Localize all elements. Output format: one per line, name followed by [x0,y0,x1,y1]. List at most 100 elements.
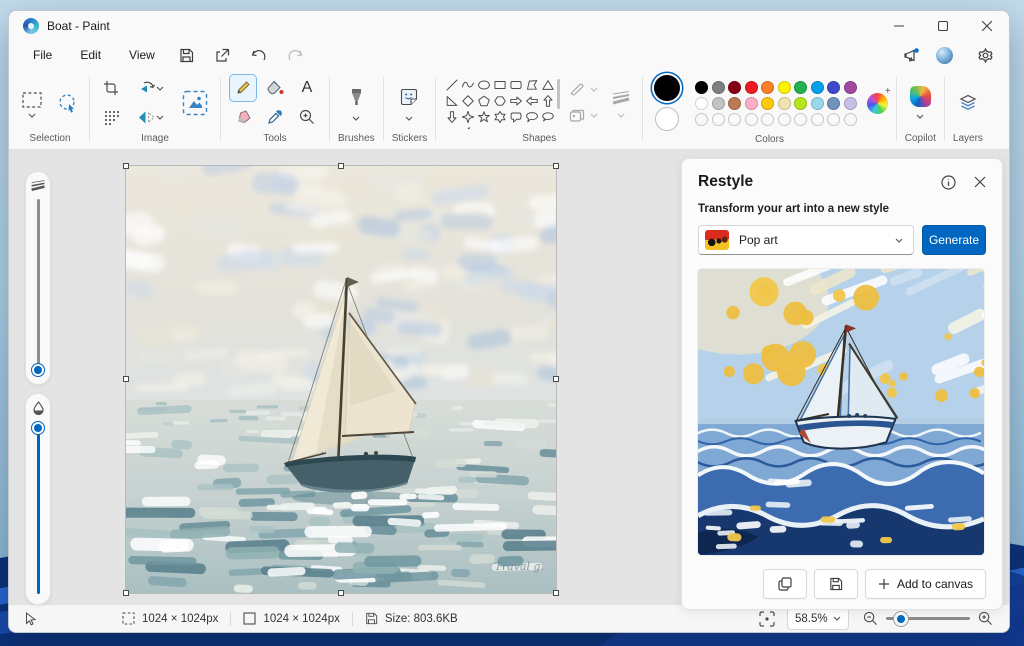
color-swatch-empty[interactable] [827,113,840,126]
edit-colors-icon[interactable] [867,93,888,114]
color-swatch[interactable] [778,81,791,94]
title-bar[interactable]: Boat - Paint [9,11,1009,41]
shape-hexagon-icon[interactable] [492,93,508,109]
info-icon[interactable] [941,175,956,190]
add-to-canvas-button[interactable]: Add to canvas [865,569,986,599]
crop-icon[interactable] [98,75,124,101]
color-swatch[interactable] [794,97,807,110]
color-swatch[interactable] [712,97,725,110]
zoom-out-icon[interactable] [863,611,878,626]
color-swatch[interactable] [695,81,708,94]
menu-file[interactable]: File [23,44,62,66]
background-color[interactable] [655,107,679,131]
shape-oval-icon[interactable] [476,77,492,93]
redo-icon[interactable] [281,44,309,66]
color-swatch[interactable] [778,97,791,110]
shape-diamond-icon[interactable] [460,93,476,109]
panel-close-icon[interactable] [974,176,986,188]
save-result-button[interactable] [814,569,858,599]
resize-handle-s[interactable] [338,590,344,596]
shape-arrow-right-icon[interactable] [508,93,524,109]
color-swatch-empty[interactable] [778,113,791,126]
color-swatch[interactable] [745,97,758,110]
line-thickness-icon[interactable] [608,87,634,107]
shape-heart-icon[interactable] [444,125,460,129]
shape-star-five-icon[interactable] [476,109,492,125]
shape-rounded-rectangle-icon[interactable] [508,77,524,93]
style-dropdown[interactable]: Pop art [698,225,914,255]
pencil-icon[interactable] [230,75,256,101]
shape-pentagon-icon[interactable] [476,93,492,109]
shape-lightning-icon[interactable] [460,125,476,129]
brush-icon[interactable] [343,84,369,110]
color-swatch[interactable] [811,97,824,110]
opacity-slider-thumb[interactable] [32,422,44,434]
shape-speech-cloud-icon[interactable] [540,109,556,125]
minimize-button[interactable] [877,11,921,41]
menu-edit[interactable]: Edit [70,44,111,66]
resize-handle-e[interactable] [553,376,559,382]
resize-handle-se[interactable] [553,590,559,596]
copilot-icon[interactable] [910,86,931,107]
opacity-slider[interactable] [25,393,51,605]
free-select-icon[interactable] [55,90,81,116]
zoom-slider-thumb[interactable] [894,612,908,626]
shape-triangle-icon[interactable] [540,77,556,93]
brushes-dropdown-chevron[interactable] [352,116,360,121]
zoom-in-icon[interactable] [978,611,993,626]
resize-handle-nw[interactable] [123,163,129,169]
restyled-preview-image[interactable] [698,269,984,555]
shape-arrow-left-icon[interactable] [524,93,540,109]
thickness-slider[interactable] [25,171,51,385]
rectangle-select-icon[interactable] [19,87,45,113]
color-swatch-empty[interactable] [695,113,708,126]
magnifier-icon[interactable] [294,104,320,130]
color-swatch[interactable] [844,97,857,110]
shape-outline-icon[interactable] [566,80,588,100]
resize-icon[interactable] [98,104,124,130]
canvas[interactable]: Traval g. [126,166,556,593]
shape-arrow-down-icon[interactable] [444,109,460,125]
shape-right-triangle-icon[interactable] [444,93,460,109]
copy-result-button[interactable] [763,569,807,599]
shape-line-icon[interactable] [444,77,460,93]
color-swatch[interactable] [728,81,741,94]
color-swatch[interactable] [827,97,840,110]
settings-gear-icon[interactable] [971,44,999,66]
color-swatch[interactable] [827,81,840,94]
resize-handle-w[interactable] [123,376,129,382]
shapes-scrollbar[interactable] [557,79,560,109]
color-swatch[interactable] [761,81,774,94]
shape-star-four-icon[interactable] [460,109,476,125]
color-swatch-empty[interactable] [728,113,741,126]
resize-handle-n[interactable] [338,163,344,169]
menu-view[interactable]: View [119,44,165,66]
fit-to-screen-icon[interactable] [759,611,775,627]
color-swatch-empty[interactable] [794,113,807,126]
fill-icon[interactable] [262,75,288,101]
copilot-dropdown-chevron[interactable] [916,114,924,119]
shape-fill-icon[interactable] [566,106,588,126]
color-swatch-empty[interactable] [745,113,758,126]
sticker-icon[interactable] [396,84,422,110]
color-swatch[interactable] [712,81,725,94]
shape-speech-rounded-icon[interactable] [508,109,524,125]
feedback-icon[interactable] [898,44,926,66]
shape-curve-icon[interactable] [460,77,476,93]
color-swatch[interactable] [794,81,807,94]
share-icon[interactable] [209,44,237,66]
shape-polygon-icon[interactable] [524,77,540,93]
generate-button[interactable]: Generate [922,225,986,255]
eyedropper-icon[interactable] [262,104,288,130]
stickers-dropdown-chevron[interactable] [405,116,413,121]
shape-arrow-up-icon[interactable] [540,93,556,109]
text-icon[interactable]: A [294,75,320,101]
rotate-icon[interactable] [132,75,170,101]
color-swatch[interactable] [745,81,758,94]
color-swatch[interactable] [761,97,774,110]
maximize-button[interactable] [921,11,965,41]
color-swatch[interactable] [811,81,824,94]
foreground-color[interactable] [654,75,680,101]
undo-icon[interactable] [245,44,273,66]
resize-handle-ne[interactable] [553,163,559,169]
